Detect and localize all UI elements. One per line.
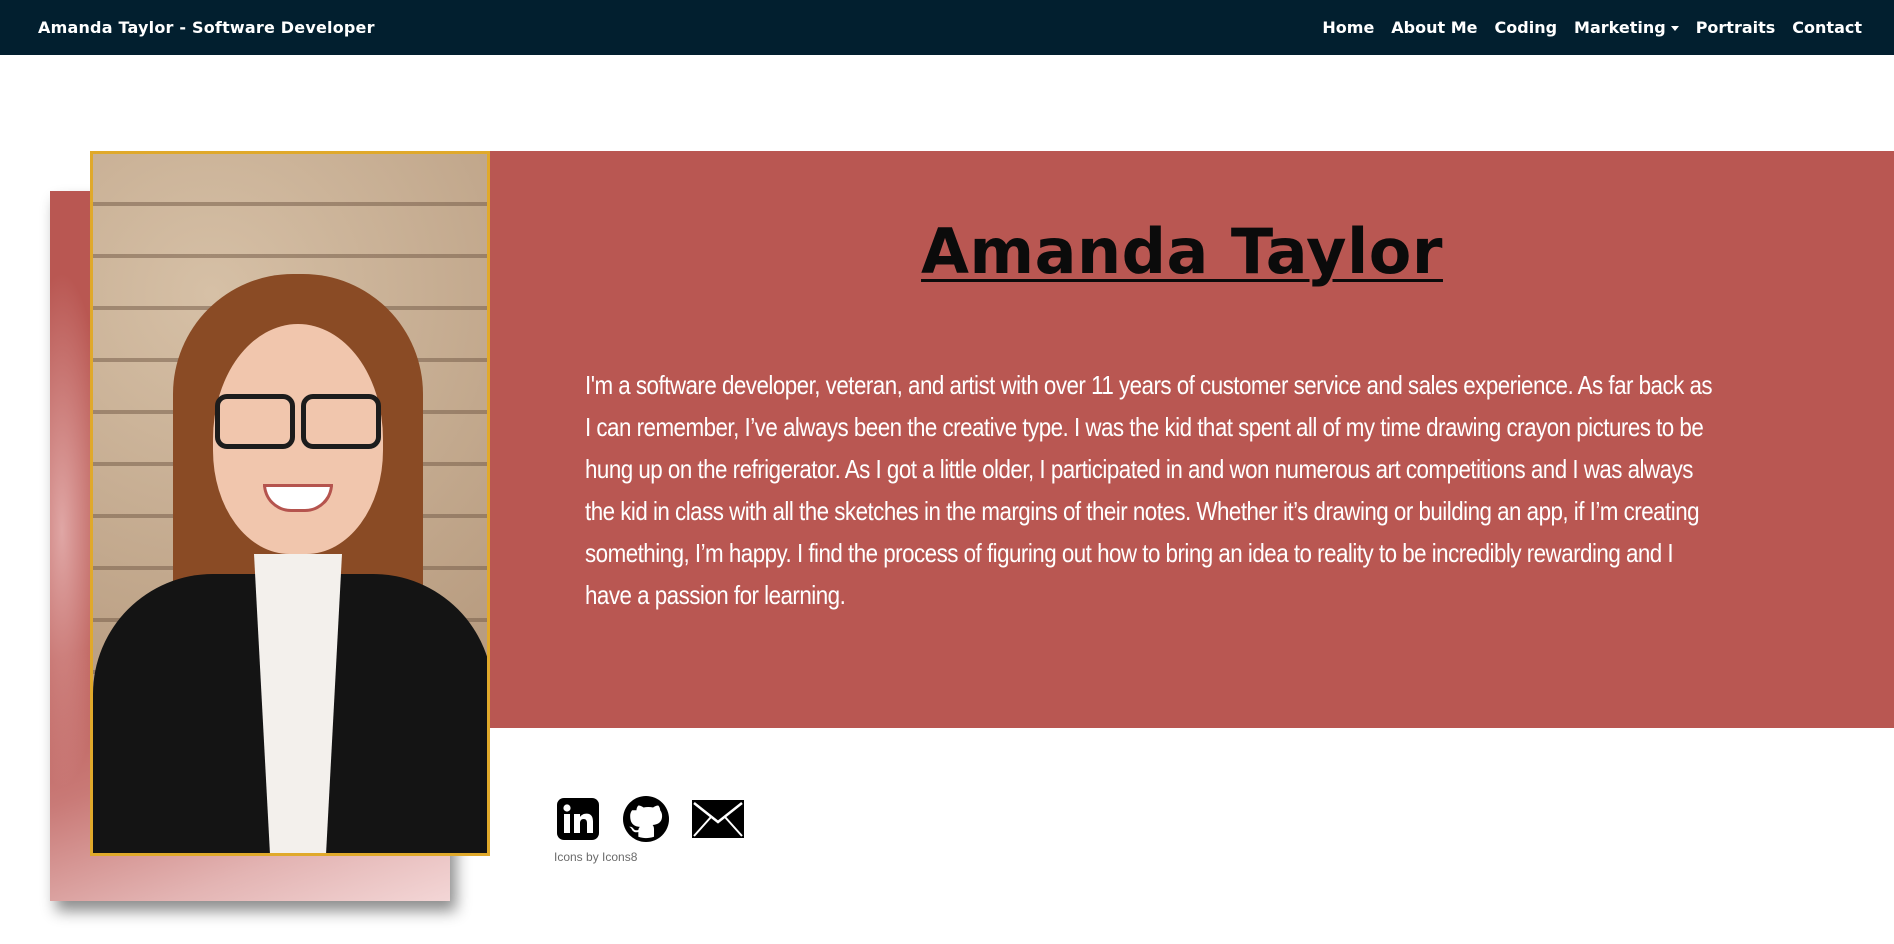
linkedin-icon [557,798,599,840]
top-navbar: Amanda Taylor - Software Developer Home … [0,0,1894,55]
nav-links: Home About Me Coding Marketing Portraits… [1305,18,1862,37]
nav-about-link[interactable]: About Me [1391,18,1477,37]
nav-contact-link[interactable]: Contact [1792,18,1862,37]
bio-paragraph: I'm a software developer, veteran, and a… [585,370,1713,610]
nav-marketing-label: Marketing [1574,18,1666,37]
nav-portraits-link[interactable]: Portraits [1696,18,1776,37]
github-link[interactable] [622,795,670,843]
social-links [556,795,744,843]
nav-marketing-dropdown[interactable]: Marketing [1574,18,1679,37]
linkedin-link[interactable] [556,797,600,841]
portrait-glasses [213,394,383,449]
email-link[interactable] [692,800,744,838]
hero-name-text: Amanda Taylor [921,215,1443,288]
caret-down-icon [1670,26,1679,31]
site-brand-link[interactable]: Amanda Taylor - Software Developer [38,18,375,37]
icons-credit: Icons by Icons8 [554,850,638,864]
nav-coding-link[interactable]: Coding [1495,18,1558,37]
nav-home-link[interactable]: Home [1322,18,1374,37]
email-icon [692,800,744,838]
github-icon [623,796,669,842]
hero-name-heading: Amanda Taylor [0,215,1894,288]
